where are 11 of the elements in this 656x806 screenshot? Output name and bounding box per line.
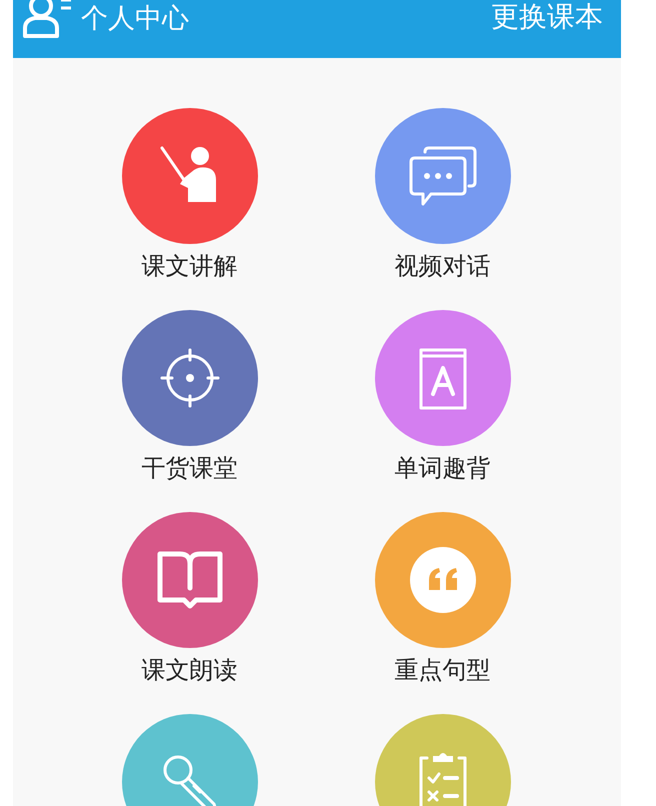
crosshair-icon	[158, 346, 222, 410]
feature-label: 课文朗读	[142, 655, 238, 686]
profile-button[interactable]: 个人中心	[21, 0, 189, 38]
chat-icon	[406, 144, 478, 208]
feature-label: 重点句型	[394, 655, 490, 686]
feature-label: 干货课堂	[142, 453, 238, 484]
change-textbook-button[interactable]: 更换课本	[491, 0, 603, 36]
quote-icon	[408, 546, 476, 614]
feature-label: 课文讲解	[142, 251, 238, 282]
feature-label: 单词趣背	[394, 453, 490, 484]
feature-label: 视频对话	[394, 251, 490, 282]
